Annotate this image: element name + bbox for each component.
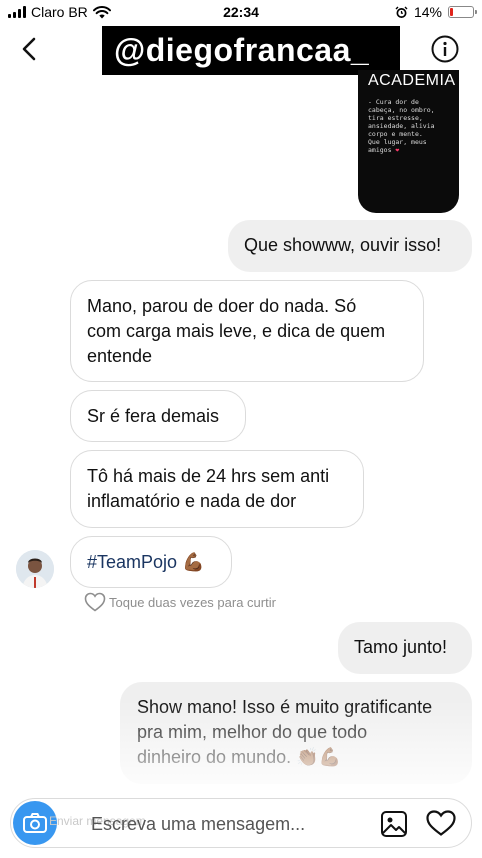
message-text: Sr é fera demais [87,406,220,426]
chat-header: @diegofrancaa_ [0,24,482,76]
info-button[interactable] [430,34,460,64]
gallery-button[interactable] [379,809,409,839]
avatar-image [16,550,54,588]
image-icon [381,811,407,837]
message-thread: ACADEMIA - Cura dor de cabeça, no ombro,… [0,70,482,790]
heart-icon [426,810,456,836]
status-right: 14% [395,4,477,20]
contact-avatar[interactable] [16,550,54,588]
battery-fill [450,8,454,16]
message-bubble-sent[interactable]: Que showww, ouvir isso! [228,220,472,272]
camera-icon [23,813,47,833]
message-bubble-received[interactable]: Sr é fera demais [70,390,246,442]
battery-icon [448,6,477,18]
shared-image-caption-text: - Cura dor de cabeça, no ombro, tira est… [368,98,435,154]
like-button[interactable] [425,809,457,839]
back-button[interactable] [14,34,44,64]
message-text: Mano, parou de doer do nada. Só com carg… [87,296,386,366]
clap-biceps-emoji: 👏🏾💪🏾 [296,747,341,767]
username: @diegofrancaa_ [114,32,370,68]
like-hint-text: Toque duas vezes para curtir [109,594,276,610]
message-text: Tamo junto! [354,637,448,657]
battery-percent: 14% [413,4,442,20]
message-bubble-sent[interactable]: Show mano! Isso é muito gratificante pra… [120,682,472,784]
info-icon [431,35,459,63]
message-bubble-received[interactable]: Mano, parou de doer do nada. Só com carg… [70,280,424,382]
wifi-icon [92,5,111,18]
message-bubble-sent[interactable]: Tamo junto! [338,622,472,674]
message-bubble-received[interactable]: #TeamPojo 💪🏾 [70,536,232,588]
alarm-icon [395,6,408,18]
status-left: Claro BR [8,4,111,20]
shared-image-caption: - Cura dor de cabeça, no ombro, tira est… [368,98,454,154]
message-input[interactable] [91,809,361,839]
message-text: Tô há mais de 24 hrs sem anti inflamatór… [87,466,330,511]
heart-outline-icon [84,592,106,612]
flexed-biceps-emoji: 💪🏾 [182,552,205,572]
message-text: Show mano! Isso é muito gratificante pra… [137,697,433,767]
chevron-left-icon [22,37,36,61]
status-bar: Claro BR 22:34 14% [0,0,482,24]
like-hint[interactable]: Toque duas vezes para curtir [84,592,276,612]
shared-image-title: ACADEMIA [368,72,456,89]
message-bubble-received[interactable]: Tô há mais de 24 hrs sem anti inflamatór… [70,450,364,528]
username-sticker: @diegofrancaa_ [102,26,400,75]
carrier-name: Claro BR [31,4,88,20]
hashtag-text: #TeamPojo [87,552,178,572]
signal-icon [8,6,26,18]
heart-emoji-icon: ❤ [395,146,400,154]
shared-image-message[interactable]: ACADEMIA - Cura dor de cabeça, no ombro,… [358,70,459,213]
message-composer: Enviar mensagem [10,798,472,848]
message-text: Que showww, ouvir isso! [244,235,442,255]
